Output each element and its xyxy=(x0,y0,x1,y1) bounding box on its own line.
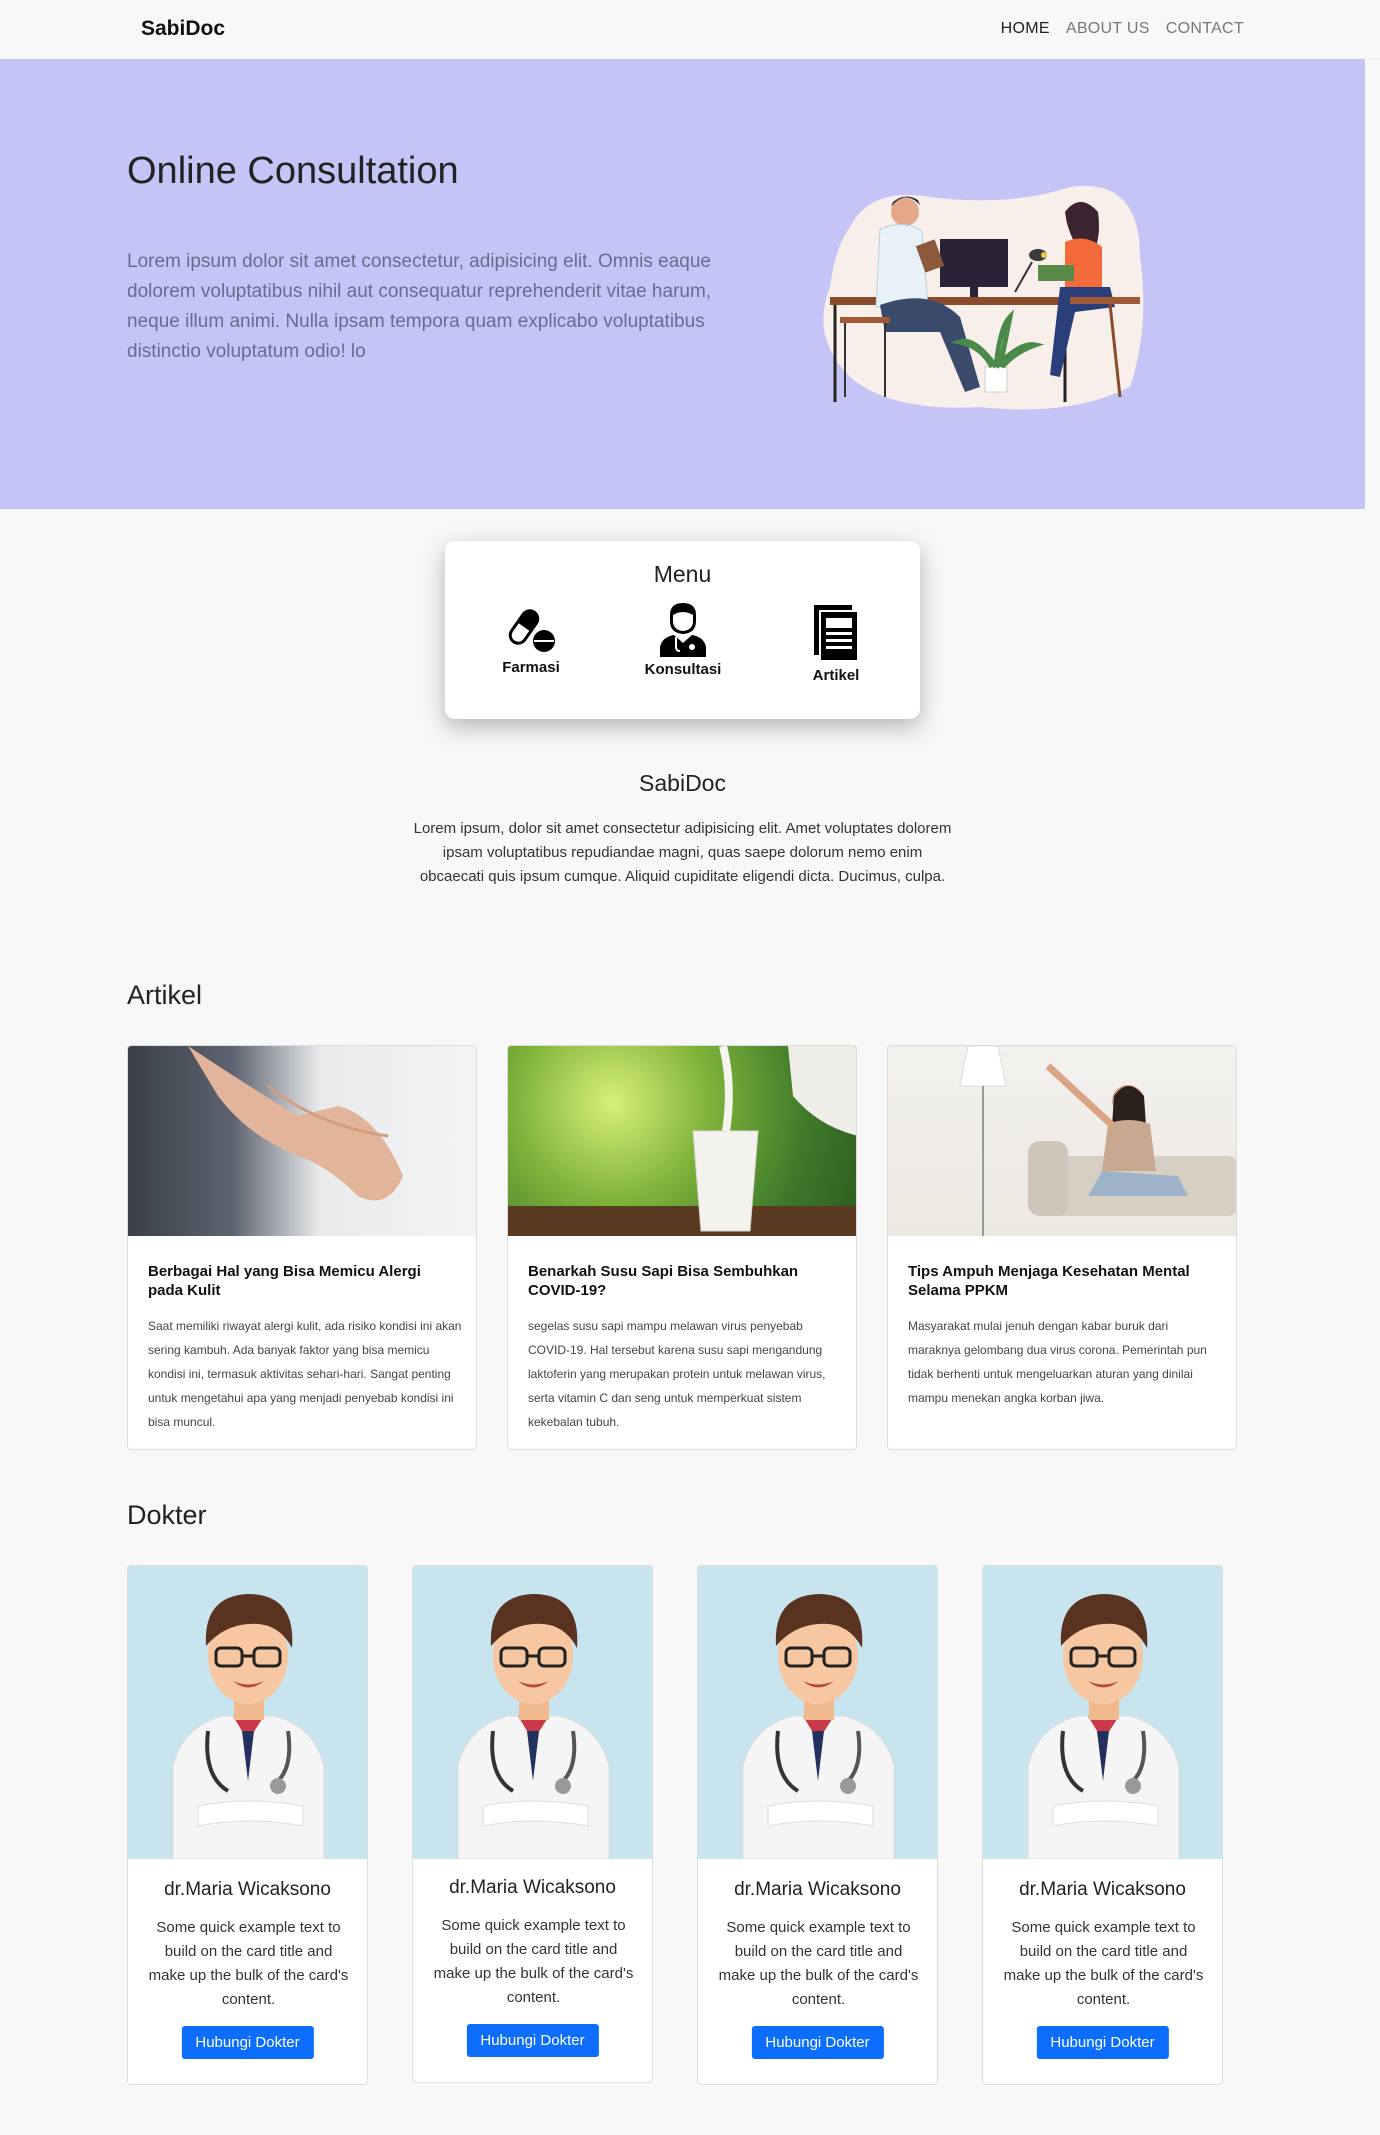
nav-links: HOME ABOUT US CONTACT xyxy=(1001,20,1244,38)
contact-doctor-button[interactable]: Hubungi Dokter xyxy=(751,2026,884,2059)
doctor-card: dr.Maria Wicaksono Some quick example te… xyxy=(127,1565,368,2085)
contact-doctor-button[interactable]: Hubungi Dokter xyxy=(466,2024,599,2057)
hero-section: Online Consultation Lorem ipsum dolor si… xyxy=(0,59,1365,509)
doctor-description: Some quick example text to build on the … xyxy=(148,1919,349,2008)
doctor-description: Some quick example text to build on the … xyxy=(718,1919,919,2008)
contact-doctor-button[interactable]: Hubungi Dokter xyxy=(181,2026,314,2059)
contact-doctor-button[interactable]: Hubungi Dokter xyxy=(1036,2026,1169,2059)
article-card[interactable]: Tips Ampuh Menjaga Kesehatan Mental Sela… xyxy=(887,1045,1237,1450)
doctor-name: dr.Maria Wicaksono xyxy=(1019,1879,1186,1900)
doctor-avatar xyxy=(698,1566,937,1860)
nav-home[interactable]: HOME xyxy=(1001,20,1050,38)
nav-about-us[interactable]: ABOUT US xyxy=(1066,20,1150,38)
article-image-milk xyxy=(508,1046,856,1236)
consultation-illustration xyxy=(823,185,1144,410)
article-card[interactable]: Berbagai Hal yang Bisa Memicu Alergi pad… xyxy=(127,1045,477,1450)
doctor-icon xyxy=(660,603,706,657)
menu-label-konsultasi: Konsultasi xyxy=(644,661,722,678)
article-title[interactable]: Tips Ampuh Menjaga Kesehatan Mental Sela… xyxy=(908,1262,1218,1300)
doctor-description: Some quick example text to build on the … xyxy=(1003,1919,1204,2008)
article-image-relax xyxy=(888,1046,1236,1236)
about-title: SabiDoc xyxy=(639,770,726,796)
article-image-skin xyxy=(128,1046,476,1236)
menu-item-konsultasi[interactable]: Konsultasi xyxy=(628,601,738,678)
about-text: Lorem ipsum, dolor sit amet consectetur … xyxy=(413,820,952,885)
article-text: Masyarakat mulai jenuh dengan kabar buru… xyxy=(908,1319,1207,1405)
article-text: segelas susu sapi mampu melawan virus pe… xyxy=(528,1319,826,1429)
artikel-section-title: Artikel xyxy=(127,980,203,1010)
menu-card: Menu Farmasi Konsultasi Artikel xyxy=(445,541,920,719)
menu-item-farmasi[interactable]: Farmasi xyxy=(476,605,586,676)
doctor-name: dr.Maria Wicaksono xyxy=(449,1877,616,1898)
article-card[interactable]: Benarkah Susu Sapi Bisa Sembuhkan COVID-… xyxy=(507,1045,857,1450)
menu-title: Menu xyxy=(653,561,712,587)
doctor-name: dr.Maria Wicaksono xyxy=(164,1879,331,1900)
navbar: SabiDoc HOME ABOUT US CONTACT xyxy=(0,0,1380,59)
doctor-name: dr.Maria Wicaksono xyxy=(734,1879,901,1900)
dokter-section-title: Dokter xyxy=(127,1500,207,1530)
doctor-avatar xyxy=(128,1566,367,1860)
pill-icon xyxy=(508,609,555,652)
doctor-card: dr.Maria Wicaksono Some quick example te… xyxy=(697,1565,938,2085)
doctor-avatar xyxy=(983,1566,1222,1860)
article-text: Saat memiliki riwayat alergi kulit, ada … xyxy=(148,1319,462,1429)
doctor-description: Some quick example text to build on the … xyxy=(433,1917,634,2006)
menu-item-artikel[interactable]: Artikel xyxy=(781,603,891,684)
menu-label-artikel: Artikel xyxy=(812,667,860,684)
doctor-avatar xyxy=(413,1566,652,1860)
newspaper-icon xyxy=(814,605,859,662)
doctor-card: dr.Maria Wicaksono Some quick example te… xyxy=(982,1565,1223,2085)
menu-label-farmasi: Farmasi xyxy=(502,659,560,676)
doctor-card: dr.Maria Wicaksono Some quick example te… xyxy=(412,1565,653,2083)
brand-logo[interactable]: SabiDoc xyxy=(141,17,225,41)
article-title[interactable]: Berbagai Hal yang Bisa Memicu Alergi pad… xyxy=(148,1262,458,1300)
article-title[interactable]: Benarkah Susu Sapi Bisa Sembuhkan COVID-… xyxy=(528,1262,838,1300)
hero-title: Online Consultation xyxy=(127,150,459,192)
hero-text: Lorem ipsum dolor sit amet consectetur, … xyxy=(127,251,712,362)
nav-contact[interactable]: CONTACT xyxy=(1166,20,1244,38)
